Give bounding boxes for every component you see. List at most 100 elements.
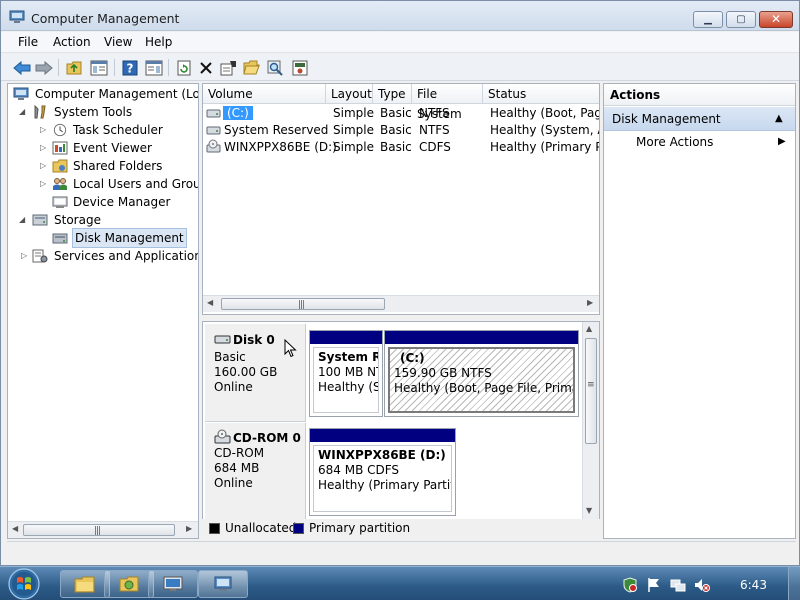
disk-size: 160.00 GB [214, 365, 278, 379]
computer-management-icon [9, 10, 25, 23]
tree-item-task-scheduler[interactable]: ▷ Task Scheduler [10, 121, 198, 139]
open-folder-button[interactable] [242, 58, 261, 77]
expand-arrow-icon[interactable]: ▷ [21, 247, 30, 265]
more-actions-item[interactable]: More Actions [636, 135, 713, 149]
primary-partition-swatch [293, 523, 304, 534]
show-desktop-button[interactable] [788, 567, 800, 600]
expand-arrow-icon[interactable]: ▷ [40, 121, 49, 139]
tree-root-label: Computer Management (Local [35, 87, 199, 101]
menu-action[interactable]: Action [53, 35, 91, 49]
scroll-up-icon[interactable]: ▲ [586, 324, 592, 333]
search-disk-button[interactable] [265, 58, 284, 77]
tree-item-system-tools[interactable]: ◢ System Tools [10, 103, 198, 121]
title-bar[interactable]: Computer Management ▁ ▢ ✕ [1, 1, 799, 31]
open-folder-icon [243, 60, 260, 75]
partition-size: 159.90 GB NTFS [394, 366, 492, 380]
partition-status: Healthy (Boot, Page File, Primary P [394, 381, 573, 395]
help-button[interactable]: ? [120, 58, 139, 77]
action-center-icon[interactable] [622, 577, 638, 593]
taskbar-network[interactable] [104, 570, 154, 598]
flag-icon[interactable] [646, 577, 662, 593]
partition-name: WINXPPX86BE (D:) [318, 448, 446, 462]
show-hide-action-pane-button[interactable] [144, 58, 163, 77]
column-volume[interactable]: Volume [203, 84, 326, 104]
up-level-button[interactable] [65, 58, 84, 77]
disk-vertical-scrollbar[interactable]: ▲ ≡ ▼ [582, 322, 599, 520]
cdrom-0-label[interactable]: CD-ROM 0 CD-ROM 684 MB Online [205, 423, 306, 521]
maximize-button[interactable]: ▢ [726, 11, 756, 28]
column-file-system[interactable]: File System [412, 84, 483, 121]
scroll-thumb[interactable]: ≡ [585, 338, 597, 444]
show-hide-tree-button[interactable] [89, 58, 108, 77]
scroll-thumb[interactable]: ||| [221, 298, 385, 310]
tree-item-shared-folders[interactable]: ▷ Shared Folders [10, 157, 198, 175]
disk-kind: Basic [214, 350, 246, 364]
clock-icon [53, 123, 67, 137]
menu-bar: File Action View Help [1, 32, 799, 53]
collapse-up-icon[interactable]: ▲ [775, 107, 783, 131]
tree-item-disk-management[interactable]: Disk Management [10, 228, 198, 248]
tree-item-local-users-groups[interactable]: ▷ Local Users and Groups [10, 175, 198, 193]
scroll-right-icon[interactable]: ▶ [186, 524, 192, 533]
expand-arrow-icon[interactable]: ▷ [40, 139, 49, 157]
collapse-arrow-icon[interactable]: ◢ [19, 103, 28, 121]
expand-arrow-icon[interactable]: ▷ [40, 157, 49, 175]
svg-text:?: ? [126, 61, 133, 75]
close-button[interactable]: ✕ [759, 11, 793, 28]
column-type[interactable]: Type [373, 84, 412, 104]
start-button[interactable] [4, 567, 44, 600]
volume-muted-icon[interactable] [694, 577, 710, 593]
back-button[interactable] [12, 58, 31, 77]
tree-item-storage[interactable]: ◢ Storage [10, 211, 198, 229]
delete-button[interactable] [196, 58, 215, 77]
tree-item-device-manager[interactable]: Device Manager [10, 193, 198, 211]
volume-horizontal-scrollbar[interactable]: ◀ ||| ▶ [203, 295, 599, 312]
taskbar-computer-management[interactable] [198, 570, 248, 598]
volume-name-selected: (C:) [223, 106, 253, 120]
scroll-down-icon[interactable]: ▼ [586, 506, 592, 515]
collapse-arrow-icon[interactable]: ◢ [19, 211, 28, 229]
volume-layout: Simple [333, 140, 374, 154]
tree-label: System Tools [54, 105, 133, 119]
clock[interactable]: 6:43 [740, 578, 767, 592]
tree-item-root[interactable]: Computer Management (Local [10, 85, 198, 103]
column-layout[interactable]: Layout [326, 84, 373, 104]
properties-button[interactable] [219, 58, 238, 77]
partition-size: 684 MB CDFS [318, 463, 400, 477]
action-pane-icon [145, 60, 162, 75]
refresh-button[interactable] [174, 58, 193, 77]
taskbar-control-panel[interactable] [148, 570, 198, 598]
menu-help[interactable]: Help [145, 35, 172, 49]
users-icon [53, 178, 67, 190]
disk-properties-button[interactable] [290, 58, 309, 77]
primary-partition-bar [385, 331, 578, 344]
forward-button[interactable] [34, 58, 53, 77]
scroll-thumb[interactable]: ||| [23, 524, 175, 536]
minimize-button[interactable]: ▁ [693, 11, 723, 28]
scroll-left-icon[interactable]: ◀ [207, 298, 213, 307]
partition-body: System Re 100 MB NT Healthy (Sy [313, 347, 379, 413]
submenu-arrow-icon[interactable]: ▶ [778, 136, 786, 147]
partition-body-selected: (C:) 159.90 GB NTFS Healthy (Boot, Page … [388, 347, 575, 413]
menu-view[interactable]: View [104, 35, 132, 49]
partition-c[interactable]: (C:) 159.90 GB NTFS Healthy (Boot, Page … [384, 330, 579, 417]
network-tray-icon[interactable] [670, 577, 686, 593]
partition-d[interactable]: WINXPPX86BE (D:) 684 MB CDFS Healthy (Pr… [309, 428, 456, 516]
tree-item-event-viewer[interactable]: ▷ Event Viewer [10, 139, 198, 157]
delete-x-icon [199, 61, 212, 74]
tree-item-services-applications[interactable]: ▷ Services and Applications [10, 247, 198, 265]
menu-file[interactable]: File [18, 35, 38, 49]
expand-arrow-icon[interactable]: ▷ [40, 175, 49, 193]
partition-system-reserved[interactable]: System Re 100 MB NT Healthy (Sy [309, 330, 383, 417]
taskbar-explorer[interactable] [60, 570, 110, 598]
volume-name: WINXPPX86BE (D:) [224, 140, 337, 154]
volume-type: Basic [380, 140, 412, 154]
column-status[interactable]: Status [483, 84, 599, 104]
tree-horizontal-scrollbar[interactable]: ◀ ||| ▶ [8, 521, 198, 538]
disk-legend: Unallocated Primary partition [202, 519, 600, 539]
scroll-left-icon[interactable]: ◀ [12, 524, 18, 533]
cd-drive-icon [206, 139, 221, 153]
actions-section-disk-management[interactable]: Disk Management ▲ [604, 107, 795, 131]
scroll-right-icon[interactable]: ▶ [587, 298, 593, 307]
volume-status: Healthy (Primary Par [490, 140, 599, 154]
